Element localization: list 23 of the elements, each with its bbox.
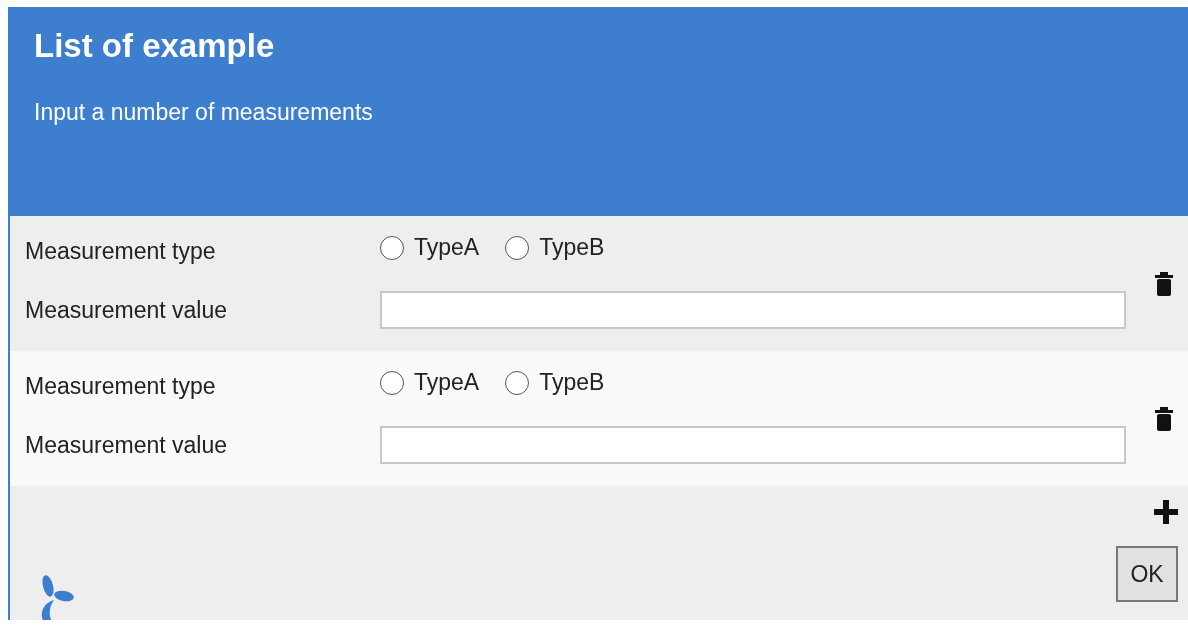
- field-label: Measurement value: [25, 296, 228, 324]
- radio-button[interactable]: [505, 235, 530, 260]
- trash-icon: [1154, 406, 1174, 431]
- field-label: Measurement type: [25, 238, 217, 265]
- ok-button[interactable]: OK: [1116, 546, 1178, 602]
- plus-icon: [1154, 500, 1178, 524]
- radio-option[interactable]: TypeB: [505, 369, 605, 396]
- input-field[interactable]: [380, 426, 1126, 464]
- delete-button[interactable]: [1154, 406, 1174, 431]
- field-label: Measurement value: [25, 431, 228, 459]
- dialog-title: List of example: [34, 27, 276, 65]
- add-button[interactable]: [1154, 500, 1178, 524]
- radio-button[interactable]: [380, 370, 404, 395]
- input-field[interactable]: [380, 291, 1126, 329]
- delete-button[interactable]: [1154, 271, 1174, 296]
- radio-button[interactable]: [380, 235, 404, 260]
- radio-option[interactable]: TypeB: [505, 234, 605, 261]
- radio-button[interactable]: [505, 370, 530, 395]
- radio-option[interactable]: TypeA: [380, 234, 480, 261]
- radio-option[interactable]: TypeA: [380, 369, 480, 396]
- dialog-subtitle: Input a number of measurements: [34, 99, 374, 126]
- field-label: Measurement type: [25, 373, 217, 400]
- trash-icon: [1154, 271, 1174, 296]
